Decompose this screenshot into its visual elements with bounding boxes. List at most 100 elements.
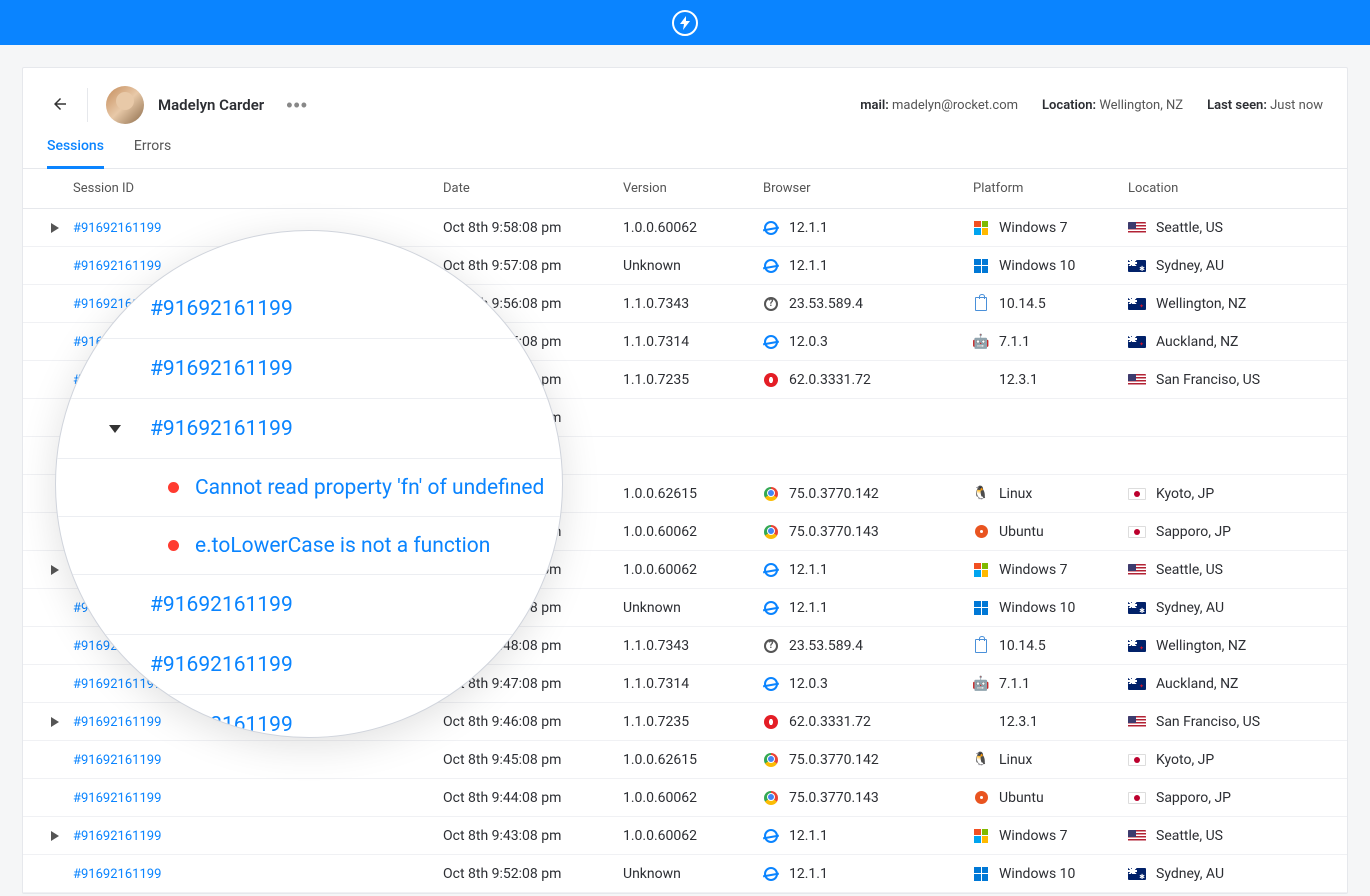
app-logo-icon	[672, 10, 698, 36]
flag-nz-icon	[1128, 298, 1146, 310]
cell-browser	[763, 410, 973, 426]
cell-location: Wellington, NZ	[1128, 638, 1333, 654]
linux-icon: 🐧	[973, 486, 989, 502]
flag-nz-icon	[1128, 336, 1146, 348]
cell-platform: Ubuntu	[973, 524, 1128, 540]
tab-sessions[interactable]: Sessions	[47, 138, 104, 169]
session-link[interactable]: #91692161199	[73, 221, 161, 236]
cell-browser: 12.1.1	[763, 866, 973, 882]
flag-us-icon	[1128, 716, 1146, 728]
session-link[interactable]: #91692161199	[73, 753, 161, 768]
error-dot-icon	[168, 482, 179, 493]
cell-platform	[973, 448, 1128, 464]
user-location: Location: Wellington, NZ	[1042, 98, 1183, 113]
cell-platform: 🐧Linux	[973, 752, 1128, 768]
session-link[interactable]: #91692161199	[73, 829, 161, 844]
ie-icon	[763, 220, 779, 236]
cell-platform: Windows 7	[973, 220, 1128, 236]
expand-toggle[interactable]	[37, 831, 73, 841]
unknown-browser-icon: ?	[763, 638, 779, 654]
user-mail: mail: madelyn@rocket.com	[860, 98, 1018, 113]
topbar	[0, 0, 1370, 45]
cell-location: Wellington, NZ	[1128, 296, 1333, 312]
flag-jp-icon	[1128, 526, 1146, 538]
cell-version: Unknown	[623, 866, 763, 882]
cell-platform: 12.3.1	[973, 714, 1128, 730]
cell-platform: 🤖7.1.1	[973, 676, 1128, 692]
cell-platform: Windows 10	[973, 258, 1128, 274]
ie-icon	[763, 258, 779, 274]
magnifier-session-row[interactable]: #91692161199	[56, 339, 562, 399]
cell-browser: 75.0.3770.142	[763, 752, 973, 768]
cell-platform	[973, 410, 1128, 426]
chevron-right-icon	[51, 565, 59, 575]
main-card: Madelyn Carder ••• mail: madelyn@rocket.…	[22, 67, 1348, 894]
windows7-icon	[973, 562, 989, 578]
table-row: #91692161199 Oct 8th 9:52:08 pmUnknown12.…	[23, 855, 1347, 893]
expand-toggle[interactable]	[37, 223, 73, 233]
flag-nz-icon	[1128, 678, 1146, 690]
chevron-right-icon	[51, 223, 59, 233]
col-platform: Platform	[973, 181, 1128, 196]
windows10-icon	[973, 600, 989, 616]
col-location: Location	[1128, 181, 1333, 196]
back-button[interactable]	[47, 91, 73, 120]
magnifier-session-link[interactable]: #91692161199	[150, 653, 293, 677]
expand-toggle[interactable]	[37, 565, 73, 575]
cell-browser: 12.1.1	[763, 220, 973, 236]
ie-icon	[763, 600, 779, 616]
windows7-icon	[973, 220, 989, 236]
cell-location: Auckland, NZ	[1128, 676, 1333, 692]
cell-browser: 75.0.3770.143	[763, 790, 973, 806]
cell-version: 1.1.0.7235	[623, 714, 763, 730]
cell-version: Unknown	[623, 258, 763, 274]
session-link[interactable]: #91692161199	[73, 867, 161, 882]
unknown-browser-icon: ?	[763, 296, 779, 312]
flag-jp-icon	[1128, 792, 1146, 804]
cell-location: San Franciso, US	[1128, 372, 1333, 388]
session-link[interactable]: #91692161199	[73, 791, 161, 806]
cell-browser: 12.0.3	[763, 676, 973, 692]
cell-location: Seattle, US	[1128, 828, 1333, 844]
cell-browser: 75.0.3770.142	[763, 486, 973, 502]
cell-location: Kyoto, JP	[1128, 486, 1333, 502]
ie-icon	[763, 676, 779, 692]
magnifier-error-row[interactable]: Cannot read property 'fn' of undefined	[56, 459, 562, 517]
cell-location	[1128, 450, 1333, 462]
cell-date: Oct 8th 9:43:08 pm	[443, 828, 623, 844]
apple-icon	[973, 714, 989, 730]
cell-version: 1.0.0.62615	[623, 752, 763, 768]
cell-browser: 75.0.3770.143	[763, 524, 973, 540]
magnifier-error-row[interactable]: e.toLowerCase is not a function	[56, 517, 562, 575]
cell-platform: 12.3.1	[973, 372, 1128, 388]
magnifier-session-row[interactable]: #91692161199	[56, 575, 562, 635]
tab-errors[interactable]: Errors	[134, 138, 171, 168]
android-icon: 🤖	[973, 676, 989, 692]
cell-date: Oct 8th 9:58:08 pm	[443, 220, 623, 236]
ie-icon	[763, 866, 779, 882]
cell-browser: 12.0.3	[763, 334, 973, 350]
magnifier-session-row[interactable]: #91692161199	[56, 399, 562, 459]
more-button[interactable]: •••	[278, 91, 316, 120]
magnifier-session-link[interactable]: #91692161199	[150, 417, 293, 441]
cell-date: Oct 8th 9:52:08 pm	[443, 866, 623, 882]
chrome-icon	[763, 486, 779, 502]
cell-platform: 10.14.5	[973, 296, 1128, 312]
col-session-id: Session ID	[73, 181, 443, 196]
cell-version: 1.0.0.60062	[623, 562, 763, 578]
cell-version: 1.1.0.7235	[623, 372, 763, 388]
arrow-left-icon	[51, 95, 69, 113]
expand-toggle[interactable]	[37, 717, 73, 727]
session-link[interactable]: #91692161199	[73, 259, 161, 274]
flag-us-icon	[1128, 564, 1146, 576]
divider	[87, 88, 88, 122]
chevron-right-icon	[51, 831, 59, 841]
session-link[interactable]: #91692161199	[73, 715, 161, 730]
magnifier-session-link[interactable]: #91692161199	[150, 297, 293, 321]
magnifier-session-link[interactable]: #91692161199	[150, 593, 293, 617]
magnifier-session-link[interactable]: #91692161199	[150, 357, 293, 381]
col-version: Version	[623, 181, 763, 196]
cell-version: 1.1.0.7343	[623, 638, 763, 654]
cell-platform: Ubuntu	[973, 790, 1128, 806]
cell-location: Sydney, AU	[1128, 258, 1333, 274]
